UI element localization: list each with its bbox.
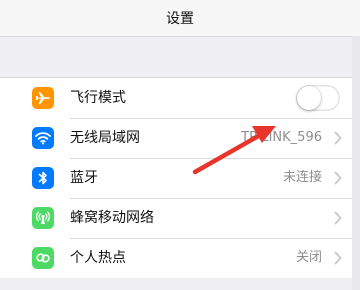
hotspot-label: 个人热点 (70, 250, 126, 266)
settings-screen: 设置 飞行模式 无线局域网 TP-LINK_596 蓝牙 未连接 蜂窝移动网络 … (0, 0, 360, 290)
airplane-mode-toggle[interactable] (296, 85, 340, 111)
bluetooth-icon (32, 167, 54, 189)
bluetooth-status-value: 未连接 (282, 170, 322, 185)
wifi-row[interactable]: 无线局域网 TP-LINK_596 (0, 118, 360, 158)
cellular-row[interactable]: 蜂窝移动网络 (0, 198, 360, 238)
navigation-bar: 设置 (0, 0, 360, 37)
hotspot-status-value: 关闭 (295, 250, 322, 265)
airplane-mode-row[interactable]: 飞行模式 (0, 78, 360, 118)
hotspot-row[interactable]: 个人热点 关闭 (0, 238, 360, 278)
settings-group: 飞行模式 无线局域网 TP-LINK_596 蓝牙 未连接 蜂窝移动网络 个人热… (0, 77, 360, 278)
airplane-mode-label: 飞行模式 (70, 90, 126, 106)
hotspot-icon (32, 247, 54, 269)
toggle-knob (297, 86, 321, 110)
chevron-right-icon (334, 131, 342, 145)
cellular-icon (32, 207, 54, 229)
edge-shade (352, 36, 360, 290)
cellular-label: 蜂窝移动网络 (70, 210, 154, 226)
bluetooth-row[interactable]: 蓝牙 未连接 (0, 158, 360, 198)
page-title: 设置 (166, 11, 194, 27)
wifi-icon (32, 127, 54, 149)
chevron-right-icon (334, 251, 342, 265)
bluetooth-label: 蓝牙 (70, 170, 98, 186)
airplane-icon (32, 87, 54, 109)
chevron-right-icon (334, 171, 342, 185)
chevron-right-icon (334, 211, 342, 225)
wifi-label: 无线局域网 (70, 130, 140, 146)
wifi-network-value: TP-LINK_596 (241, 130, 322, 145)
